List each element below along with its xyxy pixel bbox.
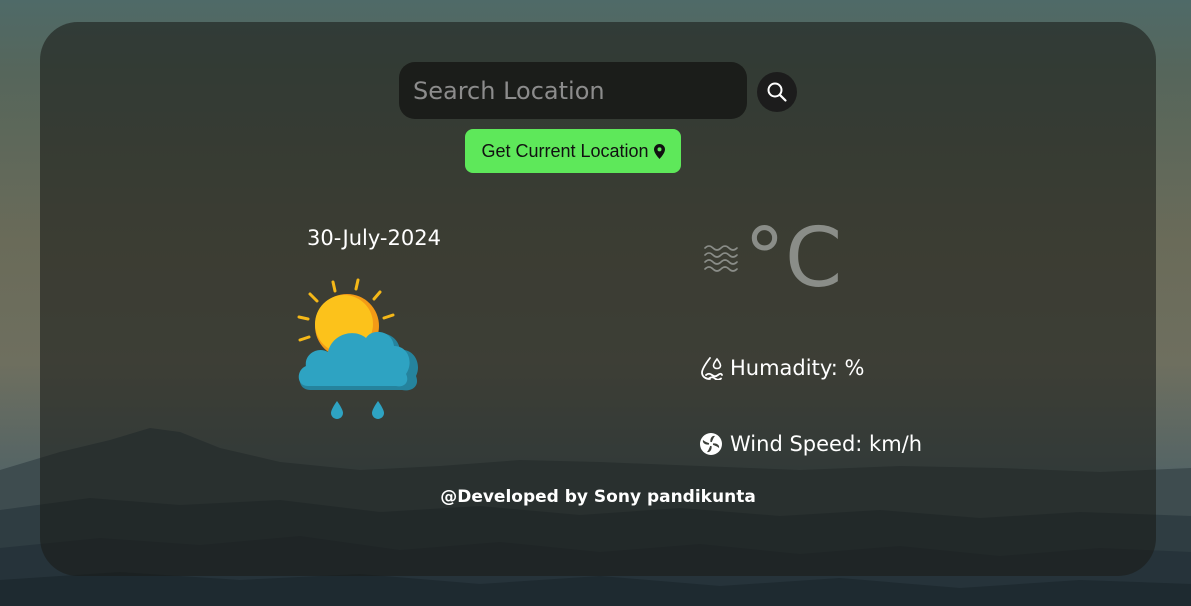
current-date: 30-July-2024	[307, 226, 441, 250]
footer-credit: @Developed by Sony pandikunta	[440, 487, 756, 507]
wind-speed-label: Wind Speed: km/h	[730, 432, 923, 456]
search-box[interactable]	[399, 62, 747, 119]
get-current-location-label: Get Current Location	[481, 140, 649, 161]
humidity-label: Humadity: %	[730, 356, 865, 380]
sun-behind-rain-cloud-icon	[297, 278, 419, 419]
search-input[interactable]	[399, 62, 747, 119]
mist-icon	[704, 245, 738, 272]
get-current-location-button[interactable]: Get Current Location	[465, 129, 681, 173]
wind-speed-stat: Wind Speed: km/h	[699, 432, 922, 456]
temperature-display: °C	[704, 214, 842, 304]
search-button[interactable]	[757, 72, 797, 112]
humidity-icon	[701, 357, 723, 380]
map-pin-icon	[653, 143, 665, 159]
wind-fan-icon	[700, 433, 722, 455]
humidity-stat: Humadity: %	[699, 356, 864, 380]
temperature-unit: °C	[744, 211, 843, 306]
search-icon	[767, 82, 787, 102]
